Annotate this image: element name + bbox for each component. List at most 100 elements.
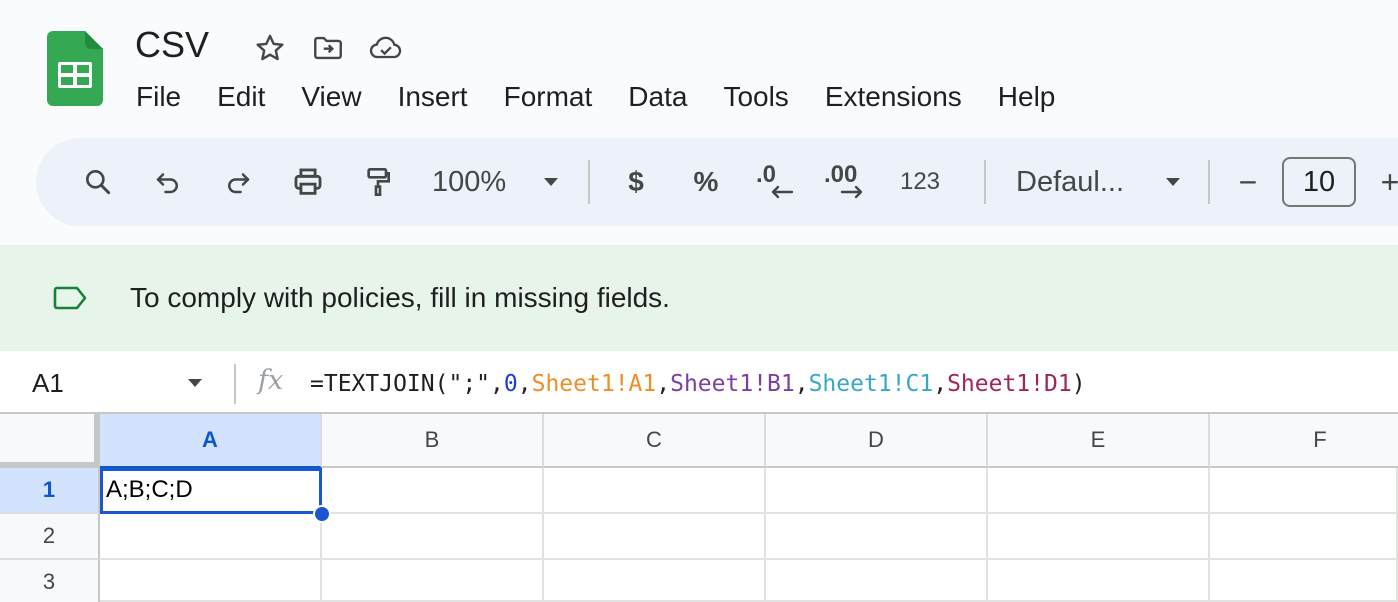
cell-e1[interactable] bbox=[988, 468, 1210, 514]
toolbar: 100% $ % .0 .00 123 Defaul... − 10 + bbox=[36, 138, 1398, 226]
decrease-font-size-button[interactable]: − bbox=[1228, 152, 1268, 212]
cell-b2[interactable] bbox=[322, 514, 544, 560]
formula-range-ref: Sheet1!C1 bbox=[808, 371, 934, 397]
redo-button[interactable] bbox=[210, 152, 266, 212]
cell-f1[interactable] bbox=[1210, 468, 1398, 514]
menu-data[interactable]: Data bbox=[628, 78, 687, 116]
redo-icon bbox=[228, 173, 250, 194]
menu-file[interactable]: File bbox=[136, 78, 181, 116]
font-family-value: Defaul... bbox=[1016, 165, 1124, 198]
menu-bar: File Edit View Insert Format Data Tools … bbox=[136, 78, 1091, 116]
label-icon bbox=[53, 285, 89, 316]
toolbar-divider bbox=[1208, 160, 1210, 204]
fill-handle[interactable] bbox=[313, 505, 331, 523]
toolbar-divider bbox=[984, 160, 986, 204]
formula-input[interactable]: =TEXTJOIN(";",0,Sheet1!A1,Sheet1!B1,Shee… bbox=[310, 368, 1086, 400]
column-header-a[interactable]: A bbox=[100, 414, 322, 468]
font-family-dropdown[interactable]: Defaul... bbox=[1004, 152, 1190, 212]
formula-token: , bbox=[656, 371, 671, 397]
document-title[interactable]: CSV bbox=[135, 24, 209, 66]
formula-range-ref: Sheet1!D1 bbox=[947, 371, 1072, 397]
sheet-grid: A B C D E F 1 2 3 A;B;C;D bbox=[0, 414, 1398, 602]
format-percent-button[interactable]: % bbox=[678, 152, 734, 212]
menu-edit[interactable]: Edit bbox=[217, 78, 265, 116]
name-box-dropdown[interactable] bbox=[186, 376, 204, 394]
formula-token: ";" bbox=[448, 371, 491, 397]
formula-bar-divider bbox=[234, 364, 236, 404]
active-cell-border bbox=[100, 468, 322, 514]
formula-token: , bbox=[517, 371, 532, 397]
menu-insert[interactable]: Insert bbox=[398, 78, 468, 116]
cell-a3[interactable] bbox=[100, 560, 322, 602]
format-currency-button[interactable]: $ bbox=[608, 152, 664, 212]
menu-view[interactable]: View bbox=[301, 78, 361, 116]
print-icon bbox=[294, 168, 322, 195]
font-size-input[interactable]: 10 bbox=[1282, 157, 1356, 207]
row-header-2[interactable]: 2 bbox=[0, 514, 100, 560]
menu-extensions[interactable]: Extensions bbox=[825, 78, 962, 116]
cell-a2[interactable] bbox=[100, 514, 322, 560]
star-icon[interactable] bbox=[252, 30, 288, 66]
formula-range-ref: Sheet1!B1 bbox=[670, 371, 795, 397]
formula-range-ref: Sheet1!A1 bbox=[531, 371, 657, 397]
menu-help[interactable]: Help bbox=[998, 78, 1056, 116]
column-header-d[interactable]: D bbox=[766, 414, 988, 468]
fx-icon: fx bbox=[258, 365, 284, 396]
search-menus-button[interactable] bbox=[70, 152, 126, 212]
formula-token: , bbox=[490, 371, 504, 397]
column-header-c[interactable]: C bbox=[544, 414, 766, 468]
caret-down-icon bbox=[544, 178, 558, 186]
formula-token: , bbox=[933, 371, 948, 397]
move-to-folder-icon[interactable] bbox=[310, 30, 346, 66]
zoom-value: 100% bbox=[432, 165, 507, 198]
zoom-dropdown[interactable]: 100% bbox=[420, 152, 570, 212]
caret-down-icon bbox=[1166, 178, 1180, 186]
cell-b1[interactable] bbox=[322, 468, 544, 514]
svg-text:.00: .00 bbox=[824, 162, 857, 188]
formula-token: =TEXTJOIN( bbox=[310, 371, 449, 397]
toolbar-divider bbox=[588, 160, 590, 204]
column-header-b[interactable]: B bbox=[322, 414, 544, 468]
select-all-corner[interactable] bbox=[0, 414, 100, 468]
menu-tools[interactable]: Tools bbox=[723, 78, 788, 116]
increase-font-size-button[interactable]: + bbox=[1370, 152, 1398, 212]
sheets-logo[interactable] bbox=[47, 31, 103, 106]
formula-token: 0 bbox=[503, 371, 518, 397]
svg-text:.0: .0 bbox=[756, 162, 776, 188]
cell-c1[interactable] bbox=[544, 468, 766, 514]
cell-c2[interactable] bbox=[544, 514, 766, 560]
increase-decimal-icon: .00 bbox=[824, 162, 863, 199]
decrease-decimal-icon: .0 bbox=[756, 162, 794, 199]
formula-token: , bbox=[794, 371, 809, 397]
menu-format[interactable]: Format bbox=[504, 78, 593, 116]
policy-banner: To comply with policies, fill in missing… bbox=[0, 245, 1398, 351]
column-header-f[interactable]: F bbox=[1210, 414, 1398, 468]
caret-down-icon bbox=[188, 379, 202, 387]
policy-message: To comply with policies, fill in missing… bbox=[130, 282, 670, 313]
formula-bar: A1 fx =TEXTJOIN(";",0,Sheet1!A1,Sheet1!B… bbox=[0, 352, 1398, 414]
name-box[interactable]: A1 bbox=[32, 366, 64, 400]
increase-decimal-button[interactable]: .00 bbox=[818, 152, 874, 212]
cell-d2[interactable] bbox=[766, 514, 988, 560]
undo-button[interactable] bbox=[140, 152, 196, 212]
row-header-1[interactable]: 1 bbox=[0, 468, 100, 514]
decrease-decimal-button[interactable]: .0 bbox=[748, 152, 804, 212]
cell-d3[interactable] bbox=[766, 560, 988, 602]
more-formats-button[interactable]: 123 bbox=[888, 152, 952, 212]
row-header-3[interactable]: 3 bbox=[0, 560, 100, 602]
cell-c3[interactable] bbox=[544, 560, 766, 602]
paint-format-icon bbox=[367, 168, 390, 196]
cell-b3[interactable] bbox=[322, 560, 544, 602]
paint-format-button[interactable] bbox=[350, 152, 406, 212]
cloud-saved-icon[interactable] bbox=[368, 30, 404, 66]
cell-f2[interactable] bbox=[1210, 514, 1398, 560]
cell-e3[interactable] bbox=[988, 560, 1210, 602]
cell-f3[interactable] bbox=[1210, 560, 1398, 602]
cell-d1[interactable] bbox=[766, 468, 988, 514]
column-header-e[interactable]: E bbox=[988, 414, 1210, 468]
print-button[interactable] bbox=[280, 152, 336, 212]
undo-icon bbox=[156, 173, 178, 194]
cell-e2[interactable] bbox=[988, 514, 1210, 560]
formula-token: ) bbox=[1071, 371, 1086, 397]
search-icon bbox=[86, 170, 111, 195]
